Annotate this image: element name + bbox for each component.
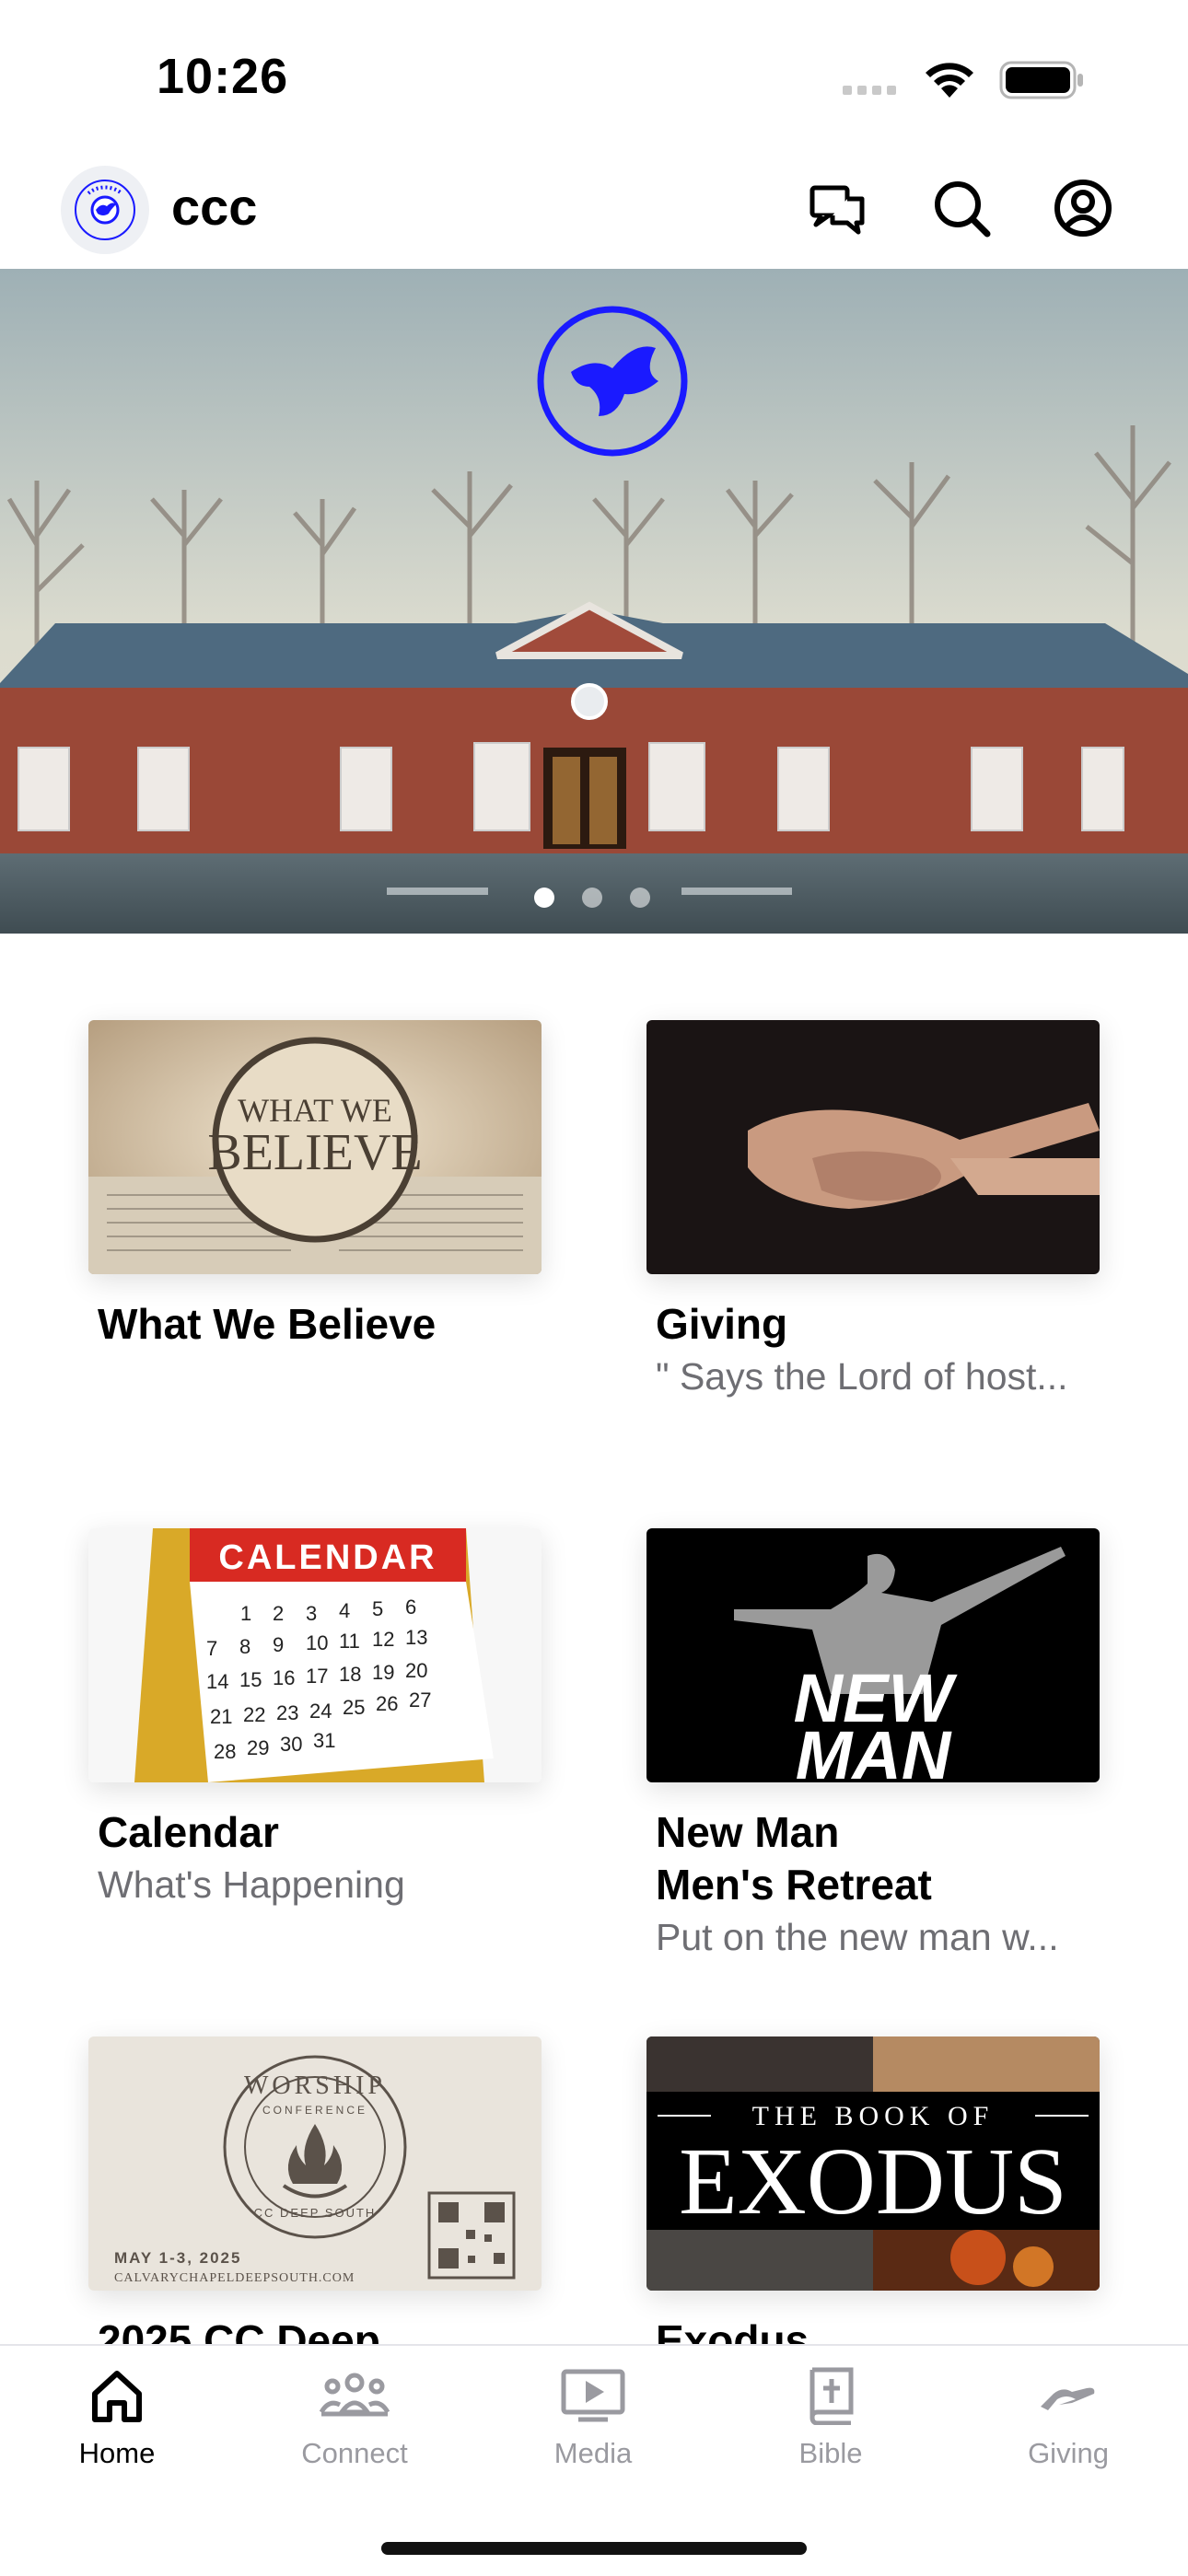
tab-label: Bible [798, 2437, 863, 2469]
svg-text:23: 23 [276, 1701, 298, 1724]
card-calendar[interactable]: CALENDAR 123456 7 8 9 10 11 12 13 14 15 16 17 18 19… [88, 1528, 542, 1910]
tab-connect[interactable]: Connect [262, 2366, 447, 2470]
thumb-text: THE BOOK OF [752, 2101, 995, 2131]
status-bar: 10:26 [0, 0, 1188, 157]
card-thumbnail: CALENDAR 123456 7 8 9 10 11 12 13 14 15 16 17 18 19… [88, 1528, 542, 1782]
svg-text:4: 4 [339, 1599, 350, 1622]
svg-text:14: 14 [206, 1670, 228, 1693]
svg-text:26: 26 [376, 1692, 398, 1715]
svg-text:28: 28 [214, 1740, 236, 1763]
church-logo-icon [75, 180, 135, 240]
svg-text:25: 25 [343, 1696, 365, 1719]
card-title: Calendar [98, 1808, 279, 1856]
card-exodus[interactable]: THE BOOK OF EXODUS Exodus [646, 2036, 1100, 2367]
carousel-dot[interactable] [534, 888, 554, 908]
carousel-dot[interactable] [630, 888, 650, 908]
svg-text:29: 29 [247, 1736, 269, 1759]
church-building-image [0, 269, 1188, 934]
giving-icon [1041, 2387, 1095, 2410]
card-subtitle: What's Happening [98, 1863, 405, 1906]
tab-giving[interactable]: Giving [976, 2366, 1160, 2470]
status-time: 10:26 [157, 49, 289, 104]
svg-text:11: 11 [339, 1630, 360, 1653]
chat-icon[interactable] [805, 175, 871, 241]
hero-carousel[interactable] [0, 269, 1188, 934]
card-thumbnail: THE BOOK OF EXODUS [646, 2036, 1100, 2291]
card-thumbnail [646, 1020, 1100, 1274]
profile-icon[interactable] [1050, 175, 1116, 241]
carousel-pagination[interactable] [534, 888, 678, 912]
card-thumbnail: WHAT WE BELIEVE [88, 1020, 542, 1274]
card-subtitle: " Says the Lord of host... [656, 1355, 1068, 1398]
svg-text:13: 13 [405, 1626, 427, 1649]
home-indicator [381, 2542, 807, 2555]
card-title: Giving [656, 1300, 788, 1348]
battery-icon [999, 61, 1083, 99]
svg-text:24: 24 [309, 1700, 332, 1723]
church-logo-avatar[interactable] [61, 166, 149, 254]
thumb-text: WHAT WE [238, 1092, 392, 1129]
thumb-text: CALVARYCHAPELDEEPSOUTH.COM [114, 2271, 355, 2285]
svg-text:2: 2 [273, 1602, 284, 1625]
card-thumbnail: NEW MAN [646, 1528, 1100, 1782]
thumb-text: CALENDAR [218, 1538, 437, 1577]
thumb-text: WORSHIP [244, 2071, 386, 2100]
svg-text:27: 27 [409, 1688, 431, 1712]
svg-text:9: 9 [273, 1633, 284, 1656]
svg-text:3: 3 [306, 1602, 317, 1625]
svg-text:6: 6 [405, 1595, 416, 1619]
people-icon [319, 2373, 390, 2417]
tab-label: Connect [301, 2437, 408, 2469]
media-icon [561, 2369, 625, 2422]
svg-text:12: 12 [372, 1628, 394, 1651]
tab-bible[interactable]: Bible [739, 2366, 923, 2470]
card-title: New Man Men's Retreat [656, 1808, 932, 1909]
card-thumbnail: WORSHIP CONFERENCE CC DEEP SOUTH MAY 1-3… [88, 2036, 542, 2291]
thumb-text: MAN [796, 1717, 952, 1782]
thumb-text: EXODUS [679, 2129, 1067, 2234]
svg-text:16: 16 [273, 1666, 295, 1689]
card-title: What We Believe [98, 1300, 437, 1348]
svg-text:20: 20 [405, 1659, 427, 1682]
bible-icon [809, 2367, 854, 2426]
svg-text:31: 31 [313, 1729, 335, 1752]
svg-text:5: 5 [372, 1597, 383, 1620]
svg-text:7: 7 [206, 1637, 217, 1660]
tab-media[interactable]: Media [501, 2366, 685, 2470]
cellular-signal-icon [843, 83, 902, 99]
svg-text:22: 22 [243, 1703, 265, 1726]
svg-text:1: 1 [240, 1602, 251, 1625]
card-what-we-believe[interactable]: WHAT WE BELIEVE What We Believe [88, 1020, 542, 1351]
svg-text:21: 21 [210, 1705, 232, 1728]
svg-text:19: 19 [372, 1661, 394, 1684]
tab-label: Home [78, 2437, 156, 2469]
card-new-man[interactable]: NEW MAN New Man Men's Retreat Put on the… [646, 1528, 1100, 1963]
tab-label: Giving [1028, 2437, 1109, 2469]
app-title: ccc [171, 178, 258, 236]
app-header: ccc [0, 157, 1188, 269]
wifi-icon [926, 63, 973, 98]
thumb-text: MAY 1-3, 2025 [114, 2249, 241, 2267]
carousel-dot[interactable] [582, 888, 602, 908]
card-giving[interactable]: Giving " Says the Lord of host... [646, 1020, 1100, 1402]
search-icon[interactable] [928, 175, 995, 241]
card-subtitle: Put on the new man w... [656, 1916, 1059, 1958]
svg-text:17: 17 [306, 1665, 328, 1688]
thumb-text: BELIEVE [207, 1124, 422, 1181]
card-2025-cc-deep[interactable]: WORSHIP CONFERENCE CC DEEP SOUTH MAY 1-3… [88, 2036, 542, 2367]
svg-text:10: 10 [306, 1631, 328, 1654]
thumb-text: CC DEEP SOUTH [254, 2206, 377, 2220]
svg-text:18: 18 [339, 1663, 361, 1686]
svg-text:30: 30 [280, 1733, 302, 1756]
home-icon [92, 2371, 142, 2422]
svg-text:8: 8 [239, 1635, 250, 1658]
tab-label: Media [553, 2437, 633, 2469]
tab-home[interactable]: Home [25, 2366, 209, 2470]
thumb-text: CONFERENCE [262, 2104, 367, 2117]
svg-text:15: 15 [239, 1668, 262, 1691]
